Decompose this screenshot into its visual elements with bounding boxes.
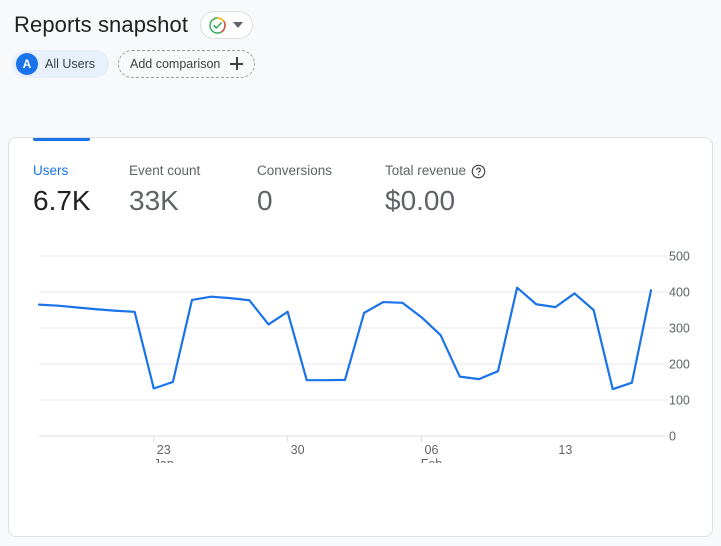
y-axis-tick-label: 400	[669, 286, 690, 300]
metric-label: Event count	[129, 163, 201, 178]
metric-value: $0.00	[385, 185, 456, 216]
comparison-row: A All Users Add comparison	[0, 42, 721, 78]
metric-value-text: 0	[257, 185, 273, 216]
plus-icon	[230, 57, 244, 70]
y-axis-tick-label: 500	[669, 250, 690, 264]
page-header: Reports snapshot	[0, 0, 721, 42]
x-axis-tick-label: 23	[157, 443, 171, 457]
metric-tab-event-count[interactable]: Event count 33K	[129, 162, 257, 220]
metric-value: 33K	[129, 185, 179, 216]
insights-dropdown-button[interactable]	[200, 11, 254, 39]
metric-summary-row: Users 6.7K Event count 33K Conversions 0…	[33, 162, 486, 220]
metric-tab-conversions[interactable]: Conversions 0	[257, 162, 385, 220]
x-axis-tick-month: Feb	[421, 457, 443, 463]
chevron-down-icon	[233, 22, 244, 28]
metric-value: 6.7K	[33, 185, 91, 216]
y-axis-tick-label: 0	[669, 430, 676, 444]
y-axis-tick-label: 100	[669, 394, 690, 408]
avatar: A	[16, 52, 38, 75]
metric-value: 0	[257, 182, 385, 220]
chip-all-users-label: All Users	[45, 56, 96, 71]
check-circle-icon	[208, 16, 227, 35]
add-comparison-label: Add comparison	[130, 56, 221, 71]
reports-snapshot-card: Users 6.7K Event count 33K Conversions 0…	[8, 137, 713, 537]
metric-tab-users[interactable]: Users 6.7K	[33, 162, 129, 220]
metric-tab-total-revenue[interactable]: Total revenue $0.00	[385, 162, 486, 220]
metric-label: Total revenue	[385, 163, 467, 178]
x-axis-tick-label: 30	[291, 443, 305, 457]
page-title: Reports snapshot	[14, 12, 189, 37]
help-icon[interactable]	[471, 164, 486, 179]
add-comparison-button[interactable]: Add comparison	[118, 49, 256, 78]
metric-label: Users	[33, 163, 69, 178]
x-axis-tick-label: 06	[425, 443, 439, 457]
y-axis-tick-label: 300	[669, 322, 690, 336]
chip-all-users[interactable]: A All Users	[12, 49, 110, 78]
chart-svg: 500 400 300 200 100 0 23Jan 30 06Feb 13	[37, 250, 690, 463]
users-over-time-chart[interactable]: 500 400 300 200 100 0 23Jan 30 06Feb 13	[9, 243, 712, 463]
metric-label-wrap: Total revenue	[385, 162, 486, 180]
series-line-users[interactable]	[37, 286, 653, 391]
x-axis-tick-month: Jan	[154, 457, 174, 463]
metric-label: Conversions	[257, 163, 333, 178]
y-axis-tick-label: 200	[669, 358, 690, 372]
x-axis-tick-label: 13	[558, 443, 572, 457]
active-metric-indicator	[33, 138, 90, 141]
